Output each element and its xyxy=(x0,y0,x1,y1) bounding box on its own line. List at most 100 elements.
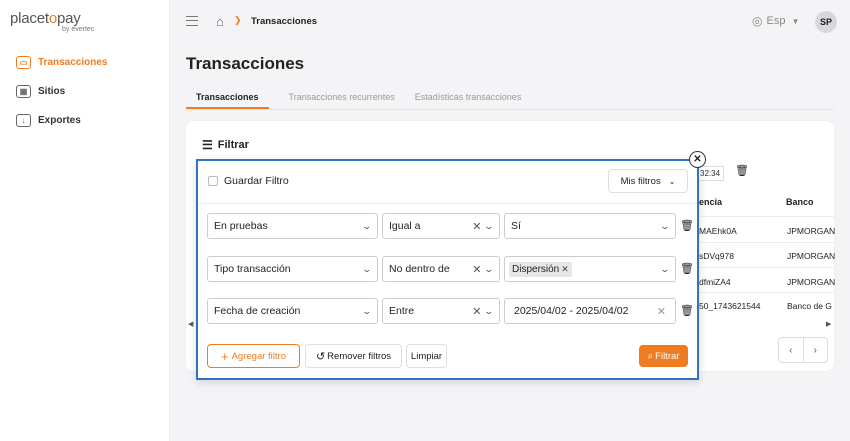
chevron-down-icon: ⌄ xyxy=(361,220,373,231)
tab-bar: Transacciones Transacciones recurrentes … xyxy=(186,92,541,109)
filter-value-multiselect[interactable]: Dispersión ✕ ⌄ xyxy=(504,256,676,282)
filter-operator-select[interactable]: No dentro de ✕ ⌄ xyxy=(382,256,500,282)
filter-field-select[interactable]: En pruebas ⌄ xyxy=(207,213,378,239)
tab-divider xyxy=(186,109,834,110)
selected-value: En pruebas xyxy=(214,220,268,232)
language-label: Esp xyxy=(766,15,786,27)
filter-heading-label: Filtrar xyxy=(217,139,249,151)
filter-field-select[interactable]: Fecha de creación ⌄ xyxy=(207,298,378,324)
pagination: ‹ › xyxy=(778,337,828,363)
scroll-right-icon[interactable]: ▶ xyxy=(826,320,831,328)
avatar[interactable]: SP xyxy=(815,11,837,33)
grid-icon: ▦ xyxy=(16,84,31,98)
date-range-value: 2025/04/02 - 2025/04/02 xyxy=(514,305,629,317)
undo-icon: ↺ xyxy=(315,350,326,363)
search-icon: ⌕ xyxy=(647,350,654,362)
sidebar-item-label: Transacciones xyxy=(38,56,108,68)
breadcrumb-chevron-icon: ❯ xyxy=(234,15,242,25)
sidebar-item-label: Sitios xyxy=(38,85,66,97)
breadcrumb[interactable]: Transacciones xyxy=(251,16,317,27)
save-filter-label: Guardar Filtro xyxy=(224,175,289,187)
remove-filters-button[interactable]: ↺ Remover filtros xyxy=(305,344,402,368)
add-filter-button[interactable]: + Agregar filtro xyxy=(207,344,300,368)
row-divider xyxy=(686,292,834,293)
sidebar-item-sitios[interactable]: ▦ Sitios xyxy=(16,82,65,100)
filter-heading[interactable]: ☰ Filtrar xyxy=(202,138,249,152)
chevron-down-icon: ⌄ xyxy=(483,220,495,231)
delete-row-icon[interactable]: 🗑 xyxy=(680,219,694,232)
add-filter-label: Agregar filtro xyxy=(231,350,286,362)
clear-icon[interactable]: ✕ xyxy=(472,305,481,318)
table-cell: dfmiZA4 xyxy=(699,277,731,287)
filter-operator-select[interactable]: Igual a ✕ ⌄ xyxy=(382,213,500,239)
table-cell: sDVq978 xyxy=(699,251,734,261)
column-header-bank[interactable]: Banco xyxy=(786,197,814,207)
column-header-reference[interactable]: encia xyxy=(699,197,722,207)
filter-operator-select[interactable]: Entre ✕ ⌄ xyxy=(382,298,500,324)
selected-value: Tipo transacción xyxy=(214,263,291,275)
clear-icon[interactable]: ✕ xyxy=(657,305,666,318)
chevron-down-icon: ⌄ xyxy=(361,305,373,316)
row-divider xyxy=(686,216,834,217)
tab-transacciones[interactable]: Transacciones xyxy=(186,92,269,109)
clear-button[interactable]: Limpiar xyxy=(406,344,447,368)
page-title: Transacciones xyxy=(186,54,305,73)
chip-label: Dispersión xyxy=(512,263,560,275)
home-icon[interactable]: ⌂ xyxy=(216,14,224,29)
selected-value: Igual a xyxy=(389,220,421,232)
sidebar: placetopay by evertec ▭ Transacciones ▦ … xyxy=(0,0,170,441)
clear-icon[interactable]: ✕ xyxy=(472,263,481,276)
table-cell: 50_1743621544 xyxy=(699,301,761,311)
top-header: ⌂ ❯ Transacciones ◎ Esp ▼ SP xyxy=(170,0,850,44)
table-cell: JPMORGAN xyxy=(787,226,836,236)
plus-icon: + xyxy=(221,348,229,364)
delete-row-icon[interactable]: 🗑 xyxy=(680,304,694,317)
chevron-down-icon: ▼ xyxy=(791,16,800,26)
trash-icon[interactable]: 🗑 xyxy=(735,164,749,177)
dialog-divider xyxy=(198,203,697,204)
delete-row-icon[interactable]: 🗑 xyxy=(680,262,694,275)
selected-value: Entre xyxy=(389,305,415,317)
save-filter-checkbox[interactable] xyxy=(208,176,218,186)
value-chip: Dispersión ✕ xyxy=(509,261,572,277)
apply-filter-label: Filtrar xyxy=(655,350,680,362)
remove-filters-label: Remover filtros xyxy=(327,350,392,362)
brand-subtitle: by evertec xyxy=(62,26,95,33)
tab-estadisticas[interactable]: Estadísticas transacciones xyxy=(415,92,522,109)
table-cell: JPMORGAN xyxy=(787,277,836,287)
chevron-down-icon: ⌄ xyxy=(659,220,671,231)
filter-field-select[interactable]: Tipo transacción ⌄ xyxy=(207,256,378,282)
chevron-down-icon: ⌄ xyxy=(361,263,373,274)
chevron-down-icon: ⌄ xyxy=(483,263,495,274)
tab-transacciones-recurrentes[interactable]: Transacciones recurrentes xyxy=(289,92,395,109)
brand-logo[interactable]: placetopay xyxy=(10,10,81,27)
export-icon: ↓ xyxy=(16,113,31,127)
table-cell: MAEhk0A xyxy=(699,226,737,236)
sidebar-item-transacciones[interactable]: ▭ Transacciones xyxy=(16,53,107,71)
selected-value: No dentro de xyxy=(389,263,450,275)
value-container: Dispersión ✕ xyxy=(509,261,661,277)
language-icon: ◎ xyxy=(752,14,763,28)
card-icon: ▭ xyxy=(16,55,31,69)
scroll-left-icon[interactable]: ◀ xyxy=(188,320,193,328)
prev-page-icon[interactable]: ‹ xyxy=(779,338,804,362)
sliders-icon: ☰ xyxy=(202,138,213,152)
clear-icon[interactable]: ✕ xyxy=(472,220,481,233)
apply-filter-button[interactable]: ⌕ Filtrar xyxy=(639,345,688,367)
row-divider xyxy=(686,242,834,243)
sidebar-item-exportes[interactable]: ↓ Exportes xyxy=(16,111,81,129)
date-range-input[interactable]: 2025/04/02 - 2025/04/02 ✕ xyxy=(504,298,676,324)
filter-value-select[interactable]: Sí ⌄ xyxy=(504,213,676,239)
my-filters-dropdown[interactable]: Mis filtros ⌄ xyxy=(608,169,688,193)
table-cell: Banco de G xyxy=(787,301,832,311)
chip-remove-icon[interactable]: ✕ xyxy=(561,264,569,275)
close-icon[interactable]: ✕ xyxy=(689,151,706,168)
menu-icon[interactable] xyxy=(186,16,198,26)
table-cell: JPMORGAN xyxy=(787,251,836,261)
time-chip: 32:34 xyxy=(696,166,725,181)
next-page-icon[interactable]: › xyxy=(804,338,828,362)
language-selector[interactable]: ◎ Esp ▼ xyxy=(752,14,799,28)
selected-value: Fecha de creación xyxy=(214,305,301,317)
chevron-down-icon: ⌄ xyxy=(668,176,676,186)
chevron-down-icon: ⌄ xyxy=(659,263,671,274)
